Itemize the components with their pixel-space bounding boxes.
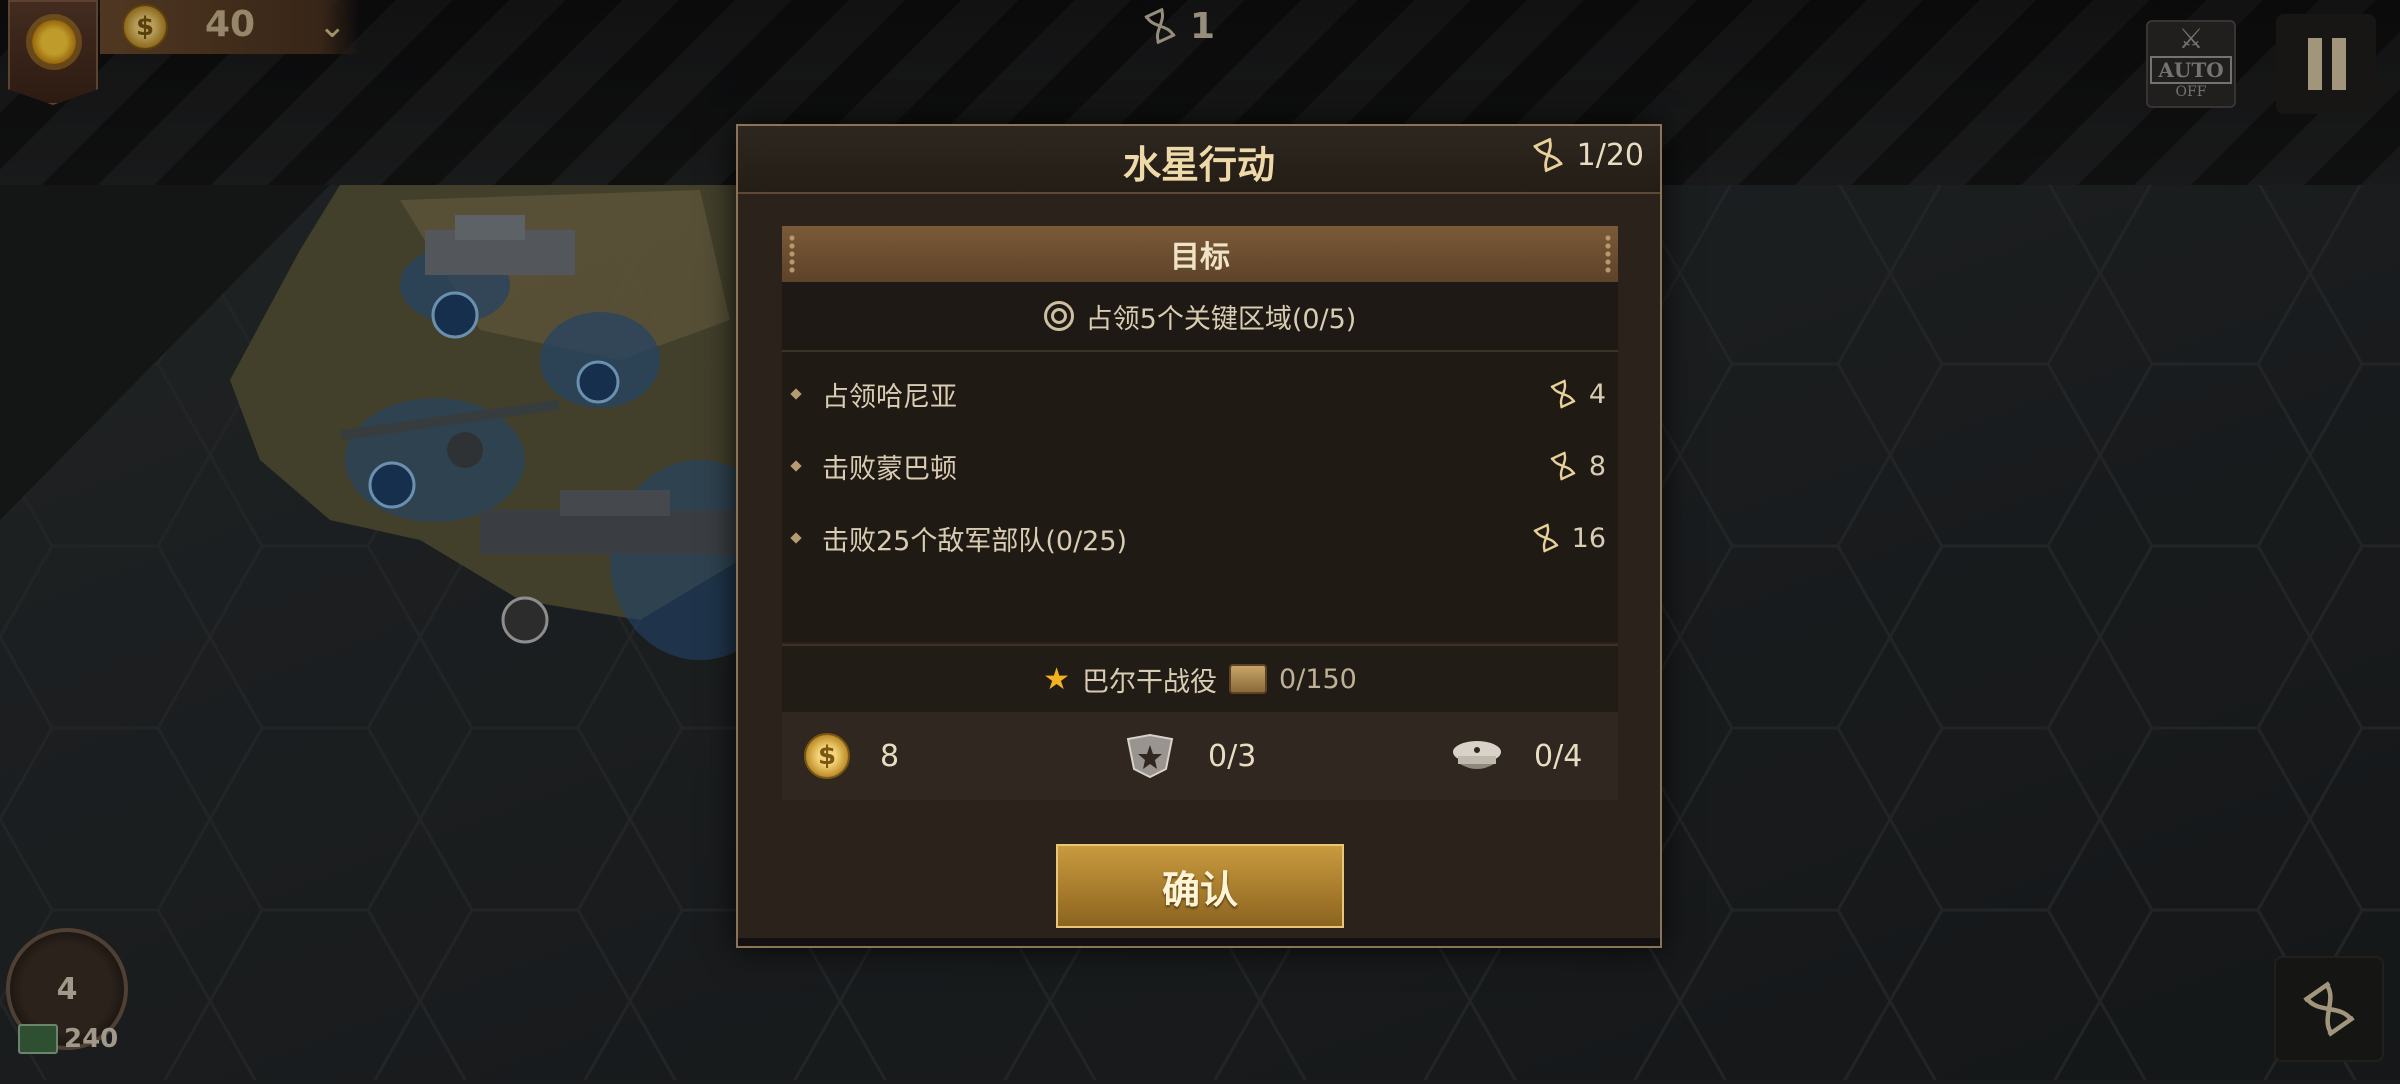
- mission-title: 水星行动: [1122, 143, 1275, 187]
- dialog-header: 水星行动 1/20: [738, 126, 1660, 194]
- main-goal-text: 占领5个关键区域(0/5): [1085, 303, 1357, 335]
- goal-label: 击败25个敌军部队(0/25): [822, 525, 1128, 557]
- medal-icon: [1126, 733, 1174, 779]
- reward-coins-value: 8: [880, 738, 900, 774]
- reward-medals: 0/3: [1122, 733, 1256, 779]
- goal-reward: 8: [1547, 450, 1606, 482]
- reward-officers-value: 0/4: [1534, 738, 1583, 774]
- goal-reward: 16: [1530, 522, 1606, 554]
- campaign-label: 巴尔干战役: [1082, 666, 1218, 698]
- hourglass-icon: [1550, 451, 1576, 481]
- bullet-icon: [790, 388, 802, 400]
- bullet-icon: [790, 460, 802, 472]
- main-goal: 占领5个关键区域(0/5): [782, 282, 1618, 352]
- hourglass-icon: [1532, 137, 1563, 173]
- dialog-body: 目标 占领5个关键区域(0/5) 占领哈尼亚 4 击败蒙巴顿 8 击败25个敌军…: [782, 226, 1618, 800]
- bullet-icon: [790, 532, 802, 544]
- reward-coins: $ 8: [804, 733, 899, 779]
- goal-row: 击败25个敌军部队(0/25) 16: [782, 502, 1618, 574]
- hourglass-icon: [1550, 379, 1576, 409]
- goal-label: 占领哈尼亚: [822, 381, 957, 413]
- mission-dialog: 水星行动 1/20 目标 占领5个关键区域(0/5) 占领哈尼亚 4 击败蒙巴顿…: [736, 124, 1662, 948]
- star-icon: ★: [1043, 661, 1071, 697]
- confirm-button[interactable]: 确认: [1056, 844, 1344, 928]
- goal-reward-turns: 16: [1571, 522, 1606, 554]
- officer-cap-icon: [1453, 741, 1501, 769]
- grip-dots: [1604, 234, 1612, 274]
- reward-officers: 0/4: [1450, 738, 1582, 774]
- mission-turns: 1/20: [1529, 136, 1644, 174]
- grip-dots: [788, 234, 796, 274]
- objectives-title: 目标: [1170, 240, 1230, 275]
- goal-reward: 4: [1547, 378, 1606, 410]
- turns-value: 1/20: [1576, 137, 1644, 173]
- campaign-progress-value: 0/150: [1279, 663, 1357, 695]
- dialog-footer: [738, 938, 1660, 946]
- goal-reward-turns: 4: [1588, 378, 1606, 410]
- goal-row: 占领哈尼亚 4: [782, 358, 1618, 430]
- hourglass-icon: [1533, 523, 1559, 553]
- goal-label: 击败蒙巴顿: [822, 453, 957, 485]
- rewards-bar: $ 8 0/3 0/4: [782, 712, 1618, 800]
- goal-reward-turns: 8: [1588, 450, 1606, 482]
- target-icon: [1043, 301, 1074, 331]
- secondary-goals: 占领哈尼亚 4 击败蒙巴顿 8 击败25个敌军部队(0/25) 16: [782, 352, 1618, 642]
- coin-icon: $: [804, 733, 850, 779]
- reward-medals-value: 0/3: [1208, 738, 1257, 774]
- objectives-header: 目标: [782, 226, 1618, 282]
- campaign-progress: ★ 巴尔干战役 0/150: [782, 644, 1618, 712]
- goal-row: 击败蒙巴顿 8: [782, 430, 1618, 502]
- chest-icon: [1229, 664, 1268, 694]
